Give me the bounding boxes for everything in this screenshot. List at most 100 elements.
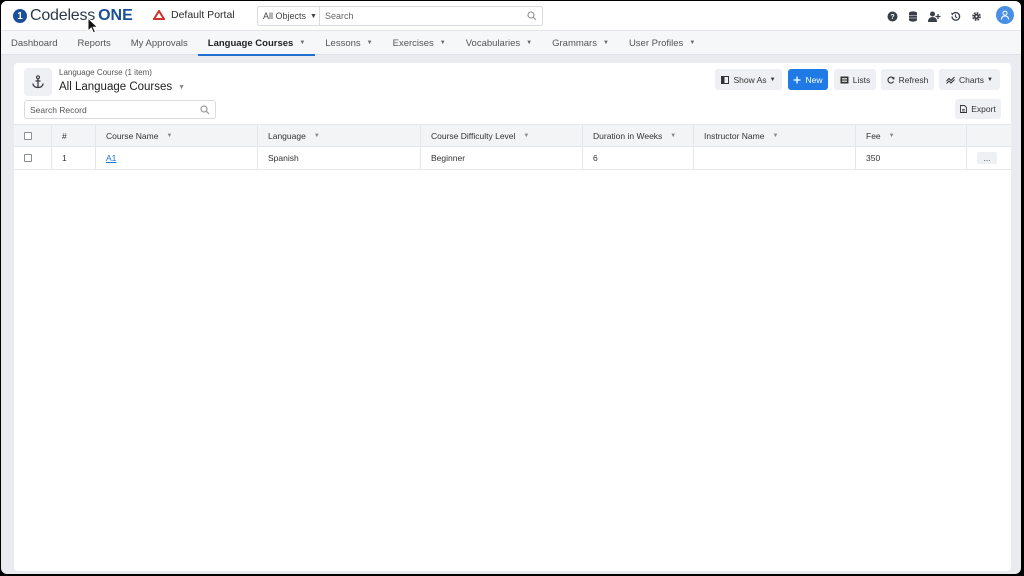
database-icon[interactable] <box>906 9 920 23</box>
column-header-duration[interactable]: Duration in Weeks ▼ <box>583 125 694 146</box>
nav-item-label: User Profiles <box>628 37 684 49</box>
course-name-link[interactable]: A1 <box>106 153 116 163</box>
chevron-down-icon: ▼ <box>602 40 609 46</box>
nav-item-label: Reports <box>77 37 111 49</box>
instructor-cell <box>694 147 856 169</box>
record-search <box>24 100 216 119</box>
chevron-down-icon: ▼ <box>987 76 993 83</box>
column-header-label: Course Difficulty Level <box>431 130 516 141</box>
chevron-down-icon: ▼ <box>310 12 317 20</box>
nav-item-lessons[interactable]: Lessons ▼ <box>315 31 382 55</box>
nav-item-label: Grammars <box>552 37 597 49</box>
column-header-label: Fee <box>866 130 881 141</box>
file-export-icon <box>960 105 968 113</box>
nav-item-dashboard[interactable]: Dashboard <box>1 31 67 55</box>
export-label: Export <box>971 104 996 114</box>
nav-item-exercises[interactable]: Exercises ▼ <box>383 31 456 55</box>
show-as-label: Show As <box>733 74 767 85</box>
row-checkbox[interactable] <box>24 154 32 162</box>
charts-label: Charts <box>959 74 985 85</box>
sort-icon[interactable]: ▼ <box>772 133 778 139</box>
nav-item-label: My Approvals <box>130 37 188 49</box>
refresh-button[interactable]: Refresh <box>881 69 934 90</box>
portal-switcher[interactable]: Default Portal <box>153 9 235 21</box>
nav-item-label: Dashboard <box>11 37 58 49</box>
nav-item-user-profiles[interactable]: User Profiles ▼ <box>619 31 705 55</box>
portal-icon <box>153 10 165 20</box>
refresh-icon <box>887 76 895 84</box>
gear-icon[interactable] <box>969 9 983 23</box>
difficulty-cell: Beginner <box>421 147 583 169</box>
table-header-row: # Course Name ▼ Language ▼ Course Difficul… <box>14 124 1011 147</box>
list-view-selector[interactable]: All Language Courses ▼ <box>59 81 185 93</box>
mouse-cursor-icon <box>87 17 99 34</box>
column-header-number: # <box>52 125 96 146</box>
list-icon <box>840 76 849 83</box>
column-header-instructor[interactable]: Instructor Name ▼ <box>694 125 856 146</box>
sort-icon[interactable]: ▼ <box>166 133 172 139</box>
records-table: # Course Name ▼ Language ▼ Course Difficul… <box>14 124 1011 170</box>
column-header-difficulty[interactable]: Course Difficulty Level ▼ <box>421 125 583 146</box>
nav-item-grammars[interactable]: Grammars ▼ <box>542 31 619 55</box>
chevron-down-icon: ▼ <box>526 40 533 46</box>
portal-name: Default Portal <box>171 9 235 21</box>
search-icon[interactable] <box>522 7 542 25</box>
duration-cell: 6 <box>583 147 694 169</box>
nav-item-language-courses[interactable]: Language Courses ▼ <box>197 31 316 56</box>
row-number: 1 <box>52 147 96 169</box>
sort-icon[interactable]: ▼ <box>314 133 320 139</box>
global-search-input[interactable] <box>320 7 522 25</box>
charts-button[interactable]: Charts ▼ <box>939 69 1000 90</box>
sort-icon[interactable]: ▼ <box>670 133 676 139</box>
app-window: 1 Codeless ONE Default Portal All Object… <box>1 1 1021 574</box>
nav-item-label: Exercises <box>392 37 434 49</box>
list-subtitle: Language Course (1 item) <box>59 68 152 77</box>
object-scope-label: All Objects <box>263 11 307 21</box>
new-label: New <box>805 74 823 85</box>
global-search-bar: All Objects ▼ <box>257 6 543 26</box>
nav-item-reports[interactable]: Reports <box>67 31 120 55</box>
fee-cell: 350 <box>856 147 967 169</box>
lists-label: Lists <box>852 74 871 85</box>
new-button[interactable]: New <box>788 69 828 90</box>
row-actions-cell: ... <box>967 147 1011 169</box>
select-all-checkbox[interactable] <box>24 131 32 140</box>
column-header-label: Instructor Name <box>704 130 765 141</box>
help-icon[interactable]: ? <box>885 9 899 23</box>
lists-button[interactable]: Lists <box>834 69 876 90</box>
plus-icon <box>793 76 801 83</box>
column-header-language[interactable]: Language ▼ <box>258 125 421 146</box>
column-header-course-name[interactable]: Course Name ▼ <box>96 125 258 146</box>
table-row[interactable]: 1 A1 Spanish Beginner 6 350 ... <box>14 147 1011 170</box>
nav-item-vocabularies[interactable]: Vocabularies ▼ <box>456 31 542 55</box>
app-logo[interactable]: 1 Codeless ONE <box>13 6 133 26</box>
chevron-down-icon: ▼ <box>689 40 696 46</box>
list-view-card: Language Course (1 item) All Language Co… <box>14 63 1011 571</box>
column-header-fee[interactable]: Fee ▼ <box>856 125 967 146</box>
history-icon[interactable] <box>948 9 962 23</box>
show-as-button[interactable]: Show As ▼ <box>715 69 782 90</box>
column-header-actions <box>967 125 1011 146</box>
user-avatar[interactable] <box>996 6 1014 24</box>
top-icons: ? <box>885 6 1014 24</box>
chevron-down-icon: ▼ <box>439 40 446 46</box>
row-more-button[interactable]: ... <box>977 152 997 164</box>
record-search-input[interactable] <box>25 101 195 118</box>
course-name-cell: A1 <box>96 147 258 169</box>
search-icon[interactable] <box>195 101 215 118</box>
nav-item-my-approvals[interactable]: My Approvals <box>121 31 198 55</box>
sort-icon[interactable]: ▼ <box>889 133 895 139</box>
sort-icon[interactable]: ▼ <box>523 133 529 139</box>
list-title: All Language Courses <box>59 81 173 93</box>
export-button[interactable]: Export <box>955 99 1001 119</box>
object-icon <box>24 68 52 96</box>
row-select-cell <box>14 147 52 169</box>
refresh-label: Refresh <box>898 74 929 85</box>
language-cell: Spanish <box>258 147 421 169</box>
layout-icon <box>721 75 730 84</box>
object-scope-select[interactable]: All Objects ▼ <box>258 7 320 25</box>
add-user-icon[interactable] <box>927 9 941 23</box>
chart-icon <box>946 76 955 84</box>
chevron-down-icon: ▼ <box>769 76 776 83</box>
nav-item-label: Language Courses <box>207 37 294 49</box>
